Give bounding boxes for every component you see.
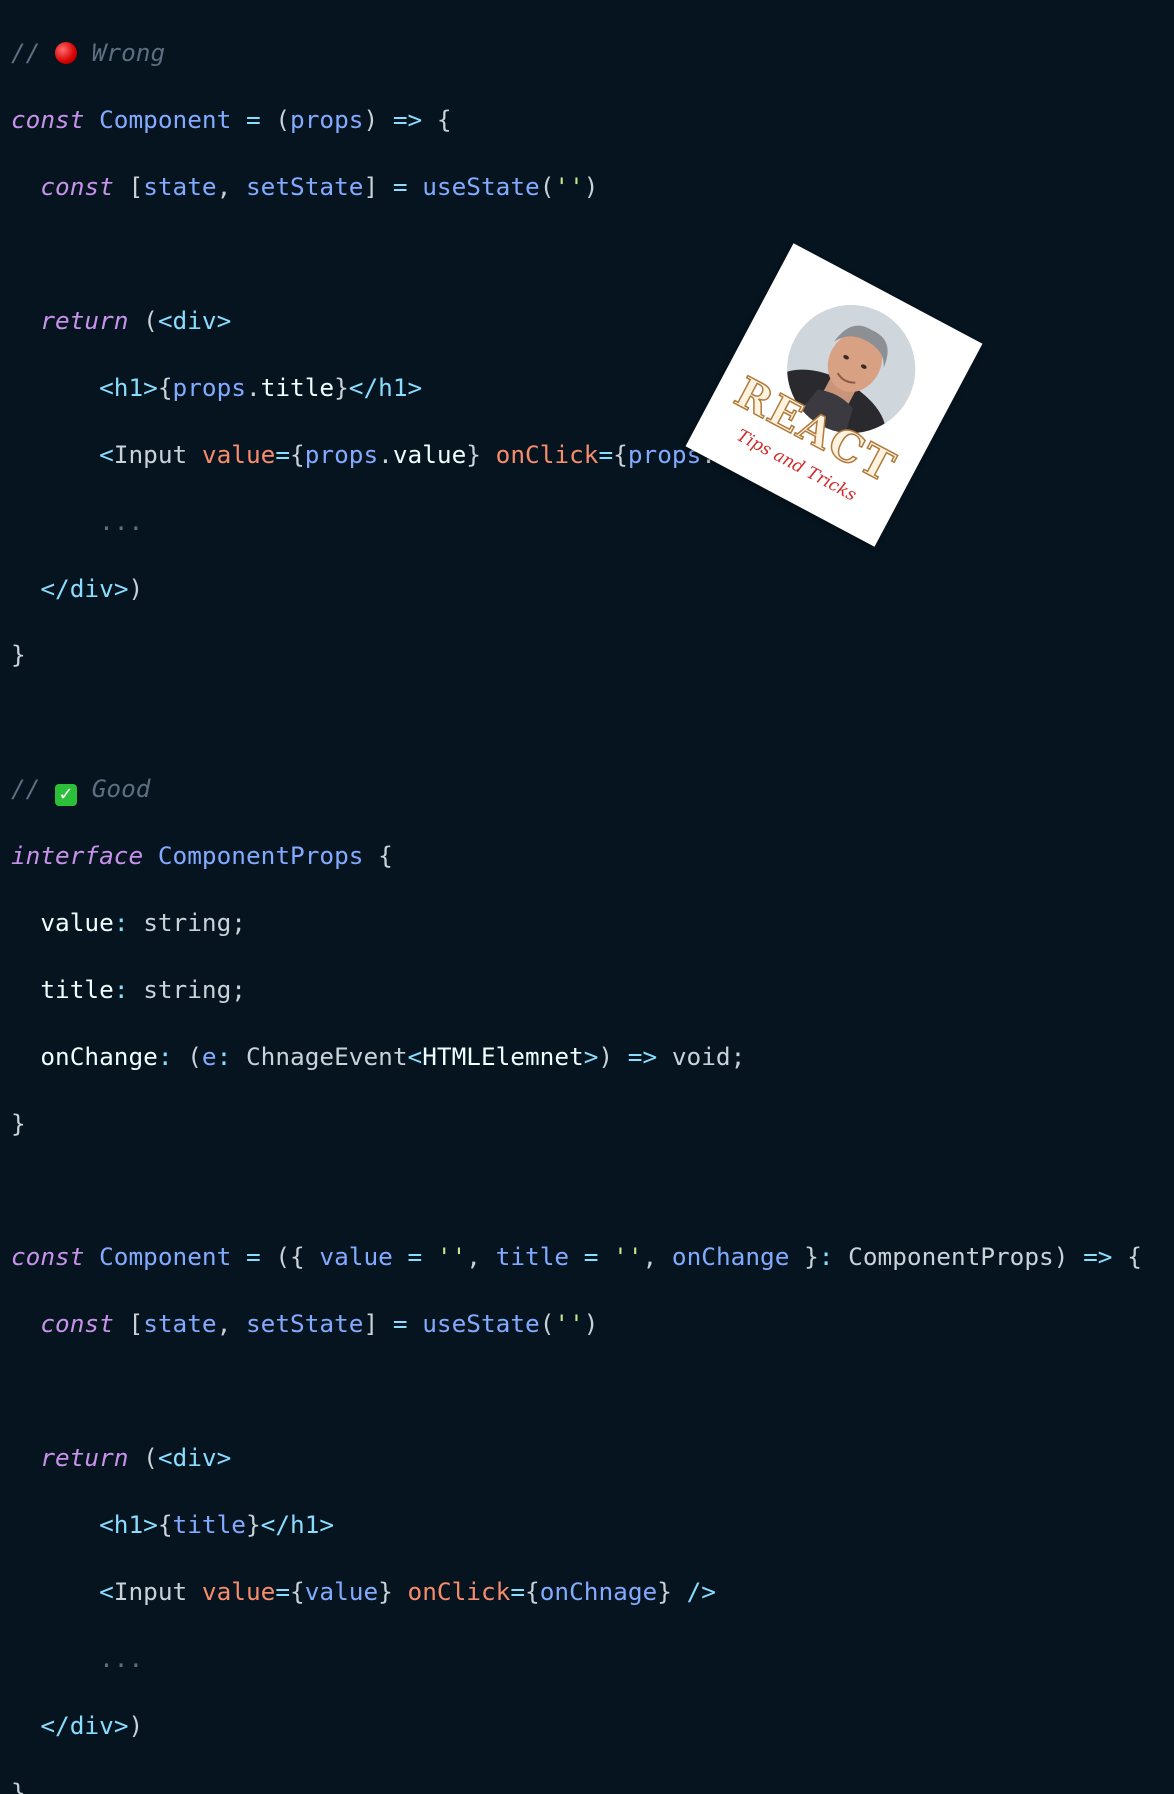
code-line-23: <h1>{title}</h1> xyxy=(99,1510,335,1540)
good-label: Good xyxy=(91,774,151,804)
code-line-19: const Component = ({ value = '', title =… xyxy=(11,1242,1142,1272)
code-line-25: ... xyxy=(99,1643,144,1673)
code-line-16: onChange: (e: ChnageEvent<HTMLElemnet>) … xyxy=(40,1041,746,1071)
code-line-20: const [state, setState] = useState('') xyxy=(40,1309,599,1339)
code-line-27: } xyxy=(11,1777,26,1794)
red-circle-icon xyxy=(55,42,78,65)
code-line-5: return (<div> xyxy=(40,306,232,336)
code-line-12: // ✓ Good xyxy=(11,774,151,807)
code-line-26: </div>) xyxy=(40,1710,144,1740)
code-block: // Wrong const Component = (props) => { … xyxy=(11,3,1142,1794)
code-line-3: const [state, setState] = useState('') xyxy=(40,172,599,202)
code-line-24: <Input value={value} onClick={onChnage} … xyxy=(99,1576,716,1606)
code-line-6: <h1>{props.title}</h1> xyxy=(99,372,423,402)
code-line-1: // Wrong xyxy=(11,36,1142,69)
wrong-label: Wrong xyxy=(91,38,166,68)
code-line-17: } xyxy=(11,1108,26,1138)
code-line-2: const Component = (props) => { xyxy=(11,105,452,135)
code-line-15: title: string; xyxy=(40,974,246,1004)
check-mark-icon: ✓ xyxy=(55,784,78,807)
code-line-8: ... xyxy=(99,506,144,536)
code-line-14: value: string; xyxy=(40,908,246,938)
comment-prefix: // xyxy=(11,38,56,68)
code-line-13: interface ComponentProps { xyxy=(11,841,393,871)
code-line-22: return (<div> xyxy=(40,1443,232,1473)
code-line-7: <Input value={props.value} onClick={prop… xyxy=(99,439,892,469)
code-line-9: </div>) xyxy=(40,573,144,603)
code-line-10: } xyxy=(11,640,26,670)
